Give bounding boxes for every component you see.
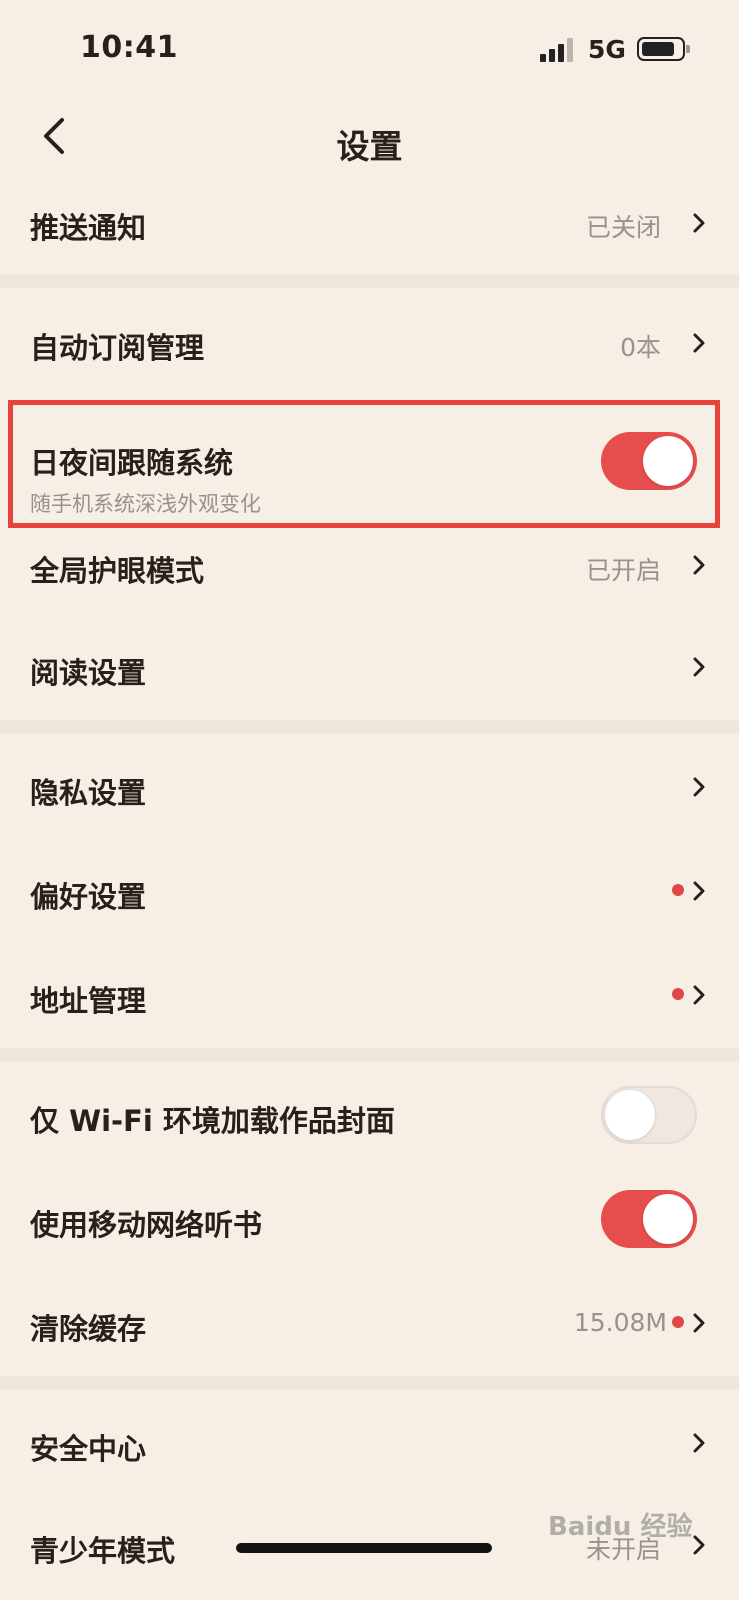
status-bar: 10:41 5G bbox=[0, 0, 739, 96]
chevron-right-icon bbox=[693, 657, 705, 677]
highlight-box bbox=[8, 400, 720, 528]
chevron-right-icon bbox=[693, 555, 705, 575]
signal-strength-icon bbox=[540, 38, 574, 62]
settings-item-value: 已关闭 bbox=[585, 213, 661, 242]
settings-item-push-notification[interactable]: 推送通知 已关闭 bbox=[0, 170, 739, 272]
watermark: Baidu 经验 bbox=[548, 1512, 693, 1542]
chevron-right-icon bbox=[693, 1313, 705, 1333]
settings-item-value: 0本 bbox=[620, 333, 661, 362]
network-type: 5G bbox=[588, 35, 626, 64]
settings-item-auto-subscribe[interactable]: 自动订阅管理 0本 bbox=[0, 290, 739, 396]
mobile-network-audiobook-toggle[interactable] bbox=[601, 1190, 697, 1248]
section-divider bbox=[0, 1048, 739, 1062]
settings-item-label: 青少年模式 bbox=[30, 1534, 176, 1568]
settings-item-value: 已开启 bbox=[585, 556, 661, 585]
battery-icon bbox=[637, 37, 690, 61]
settings-item-wifi-only-covers: 仅 Wi-Fi 环境加载作品封面 bbox=[0, 1064, 739, 1168]
chevron-right-icon bbox=[693, 985, 705, 1005]
chevron-right-icon bbox=[693, 777, 705, 797]
notification-badge-dot bbox=[672, 988, 684, 1000]
settings-item-preference[interactable]: 偏好设置 bbox=[0, 840, 739, 944]
settings-item-value: 15.08M bbox=[573, 1308, 667, 1337]
chevron-right-icon bbox=[693, 333, 705, 353]
settings-item-address[interactable]: 地址管理 bbox=[0, 944, 739, 1048]
settings-item-label: 偏好设置 bbox=[30, 880, 147, 914]
status-time: 10:41 bbox=[80, 30, 178, 65]
settings-item-mobile-network-audiobook: 使用移动网络听书 bbox=[0, 1168, 739, 1272]
settings-item-privacy[interactable]: 隐私设置 bbox=[0, 736, 739, 840]
section-divider bbox=[0, 720, 739, 734]
settings-item-label: 仅 Wi-Fi 环境加载作品封面 bbox=[30, 1104, 395, 1138]
section-divider bbox=[0, 1376, 739, 1390]
chevron-right-icon bbox=[693, 1433, 705, 1453]
settings-item-security-center[interactable]: 安全中心 bbox=[0, 1392, 739, 1496]
settings-item-eye-care-mode[interactable]: 全局护眼模式 已开启 bbox=[0, 528, 739, 628]
wifi-only-covers-toggle[interactable] bbox=[601, 1086, 697, 1144]
settings-item-label: 全局护眼模式 bbox=[30, 554, 205, 588]
chevron-right-icon bbox=[693, 213, 705, 233]
settings-item-label: 清除缓存 bbox=[30, 1312, 147, 1346]
chevron-right-icon bbox=[693, 881, 705, 901]
notification-badge-dot bbox=[672, 1316, 684, 1328]
section-divider bbox=[0, 274, 739, 288]
notification-badge-dot bbox=[672, 884, 684, 896]
home-indicator[interactable] bbox=[236, 1543, 492, 1553]
settings-item-label: 自动订阅管理 bbox=[30, 331, 205, 365]
settings-item-label: 推送通知 bbox=[30, 211, 147, 245]
settings-item-label: 使用移动网络听书 bbox=[30, 1208, 263, 1242]
settings-item-label: 隐私设置 bbox=[30, 776, 147, 810]
page-title: 设置 bbox=[336, 127, 403, 166]
settings-item-label: 安全中心 bbox=[30, 1432, 147, 1466]
settings-item-label: 阅读设置 bbox=[30, 656, 147, 690]
settings-item-clear-cache[interactable]: 清除缓存 15.08M bbox=[0, 1272, 739, 1376]
settings-item-label: 地址管理 bbox=[30, 984, 147, 1018]
settings-item-reading[interactable]: 阅读设置 bbox=[0, 628, 739, 716]
